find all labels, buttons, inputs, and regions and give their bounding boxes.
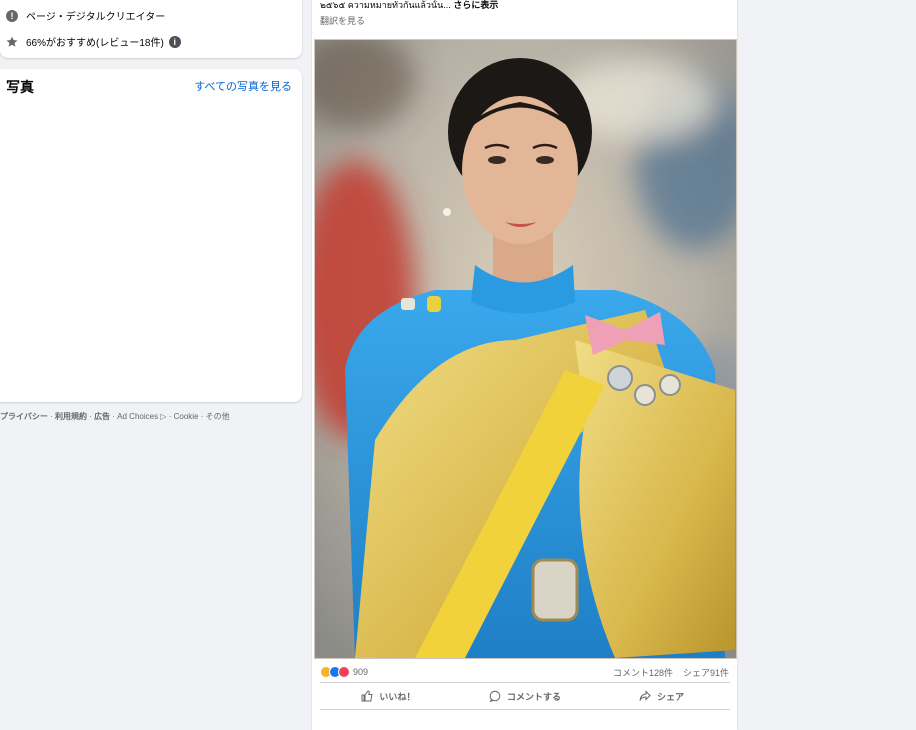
category-row: ! ページ・デジタルクリエイター bbox=[6, 8, 165, 23]
recommend-row: 66%がおすすめ(レビュー18件) i bbox=[6, 34, 181, 49]
share-label: シェア bbox=[657, 691, 685, 702]
like-label: いいね！ bbox=[379, 691, 416, 702]
info-icon: ! bbox=[6, 9, 18, 22]
photo-5[interactable] bbox=[102, 200, 196, 294]
post-image[interactable] bbox=[314, 39, 737, 659]
comment-icon bbox=[489, 690, 501, 702]
comment-count[interactable]: コメント128件 bbox=[613, 668, 673, 678]
post-body: ๒๕๖๕ ความหมายทั่วกันแล้วนั้น... bbox=[320, 0, 451, 10]
photos-card: 写真 すべての写真を見る bbox=[0, 69, 302, 402]
reaction-count: 909 bbox=[353, 667, 369, 677]
ad-choices-icon: ▷ bbox=[160, 412, 167, 421]
love-reaction-icon bbox=[338, 666, 350, 678]
share-button[interactable]: シェア bbox=[593, 683, 730, 709]
see-all-photos-link[interactable]: すべての写真を見る bbox=[194, 78, 292, 94]
cookie-link[interactable]: Cookie bbox=[174, 412, 199, 421]
category-text: ページ・デジタルクリエイター bbox=[26, 12, 166, 23]
recommend-text[interactable]: 66%がおすすめ(レビュー18件) bbox=[26, 34, 164, 49]
share-count[interactable]: シェア91件 bbox=[683, 668, 729, 678]
ads-link[interactable]: 広告 bbox=[94, 412, 110, 421]
portrait-illustration bbox=[315, 40, 736, 658]
photo-3[interactable] bbox=[198, 104, 292, 198]
ad-choices-link[interactable]: Ad Choices bbox=[117, 412, 158, 421]
photo-grid bbox=[6, 104, 292, 390]
like-button[interactable]: いいね！ bbox=[320, 683, 457, 709]
star-icon bbox=[6, 36, 18, 48]
see-translation-link[interactable]: 翻訳を見る bbox=[320, 14, 365, 27]
photo-7[interactable] bbox=[6, 296, 100, 390]
footer-links: プライバシー · 利用規約 · 広告 · Ad Choices ▷ · Cook… bbox=[0, 412, 230, 421]
thumbs-up-icon bbox=[361, 690, 373, 702]
action-bar: いいね！ コメントする シェア bbox=[320, 682, 730, 710]
photos-title: 写真 bbox=[6, 79, 34, 95]
photo-9[interactable] bbox=[198, 296, 292, 390]
photo-2[interactable] bbox=[102, 104, 196, 198]
terms-link[interactable]: 利用規約 bbox=[55, 412, 87, 421]
see-more-link[interactable]: さらに表示 bbox=[453, 0, 498, 10]
post-text: ๒๕๖๕ ความหมายทั่วกันแล้วนั้น... さらに表示 bbox=[320, 0, 498, 12]
post-stats: コメント128件 シェア91件 bbox=[613, 666, 729, 679]
post-card: ๒๕๖๕ ความหมายทั่วกันแล้วนั้น... さらに表示 翻訳… bbox=[312, 0, 737, 730]
comment-button[interactable]: コメントする bbox=[457, 683, 594, 709]
photo-8[interactable] bbox=[102, 296, 196, 390]
intro-card: ! ページ・デジタルクリエイター 66%がおすすめ(レビュー18件) i bbox=[0, 0, 302, 58]
photo-6[interactable] bbox=[198, 200, 292, 294]
more-link[interactable]: その他 bbox=[206, 412, 230, 421]
share-icon bbox=[639, 690, 651, 701]
reaction-summary[interactable]: 909 bbox=[320, 666, 368, 678]
photo-4[interactable] bbox=[6, 200, 100, 294]
info-circle-icon[interactable]: i bbox=[168, 35, 181, 48]
comment-label: コメントする bbox=[507, 691, 562, 702]
privacy-link[interactable]: プライバシー bbox=[0, 412, 48, 421]
photo-1[interactable] bbox=[6, 104, 100, 198]
